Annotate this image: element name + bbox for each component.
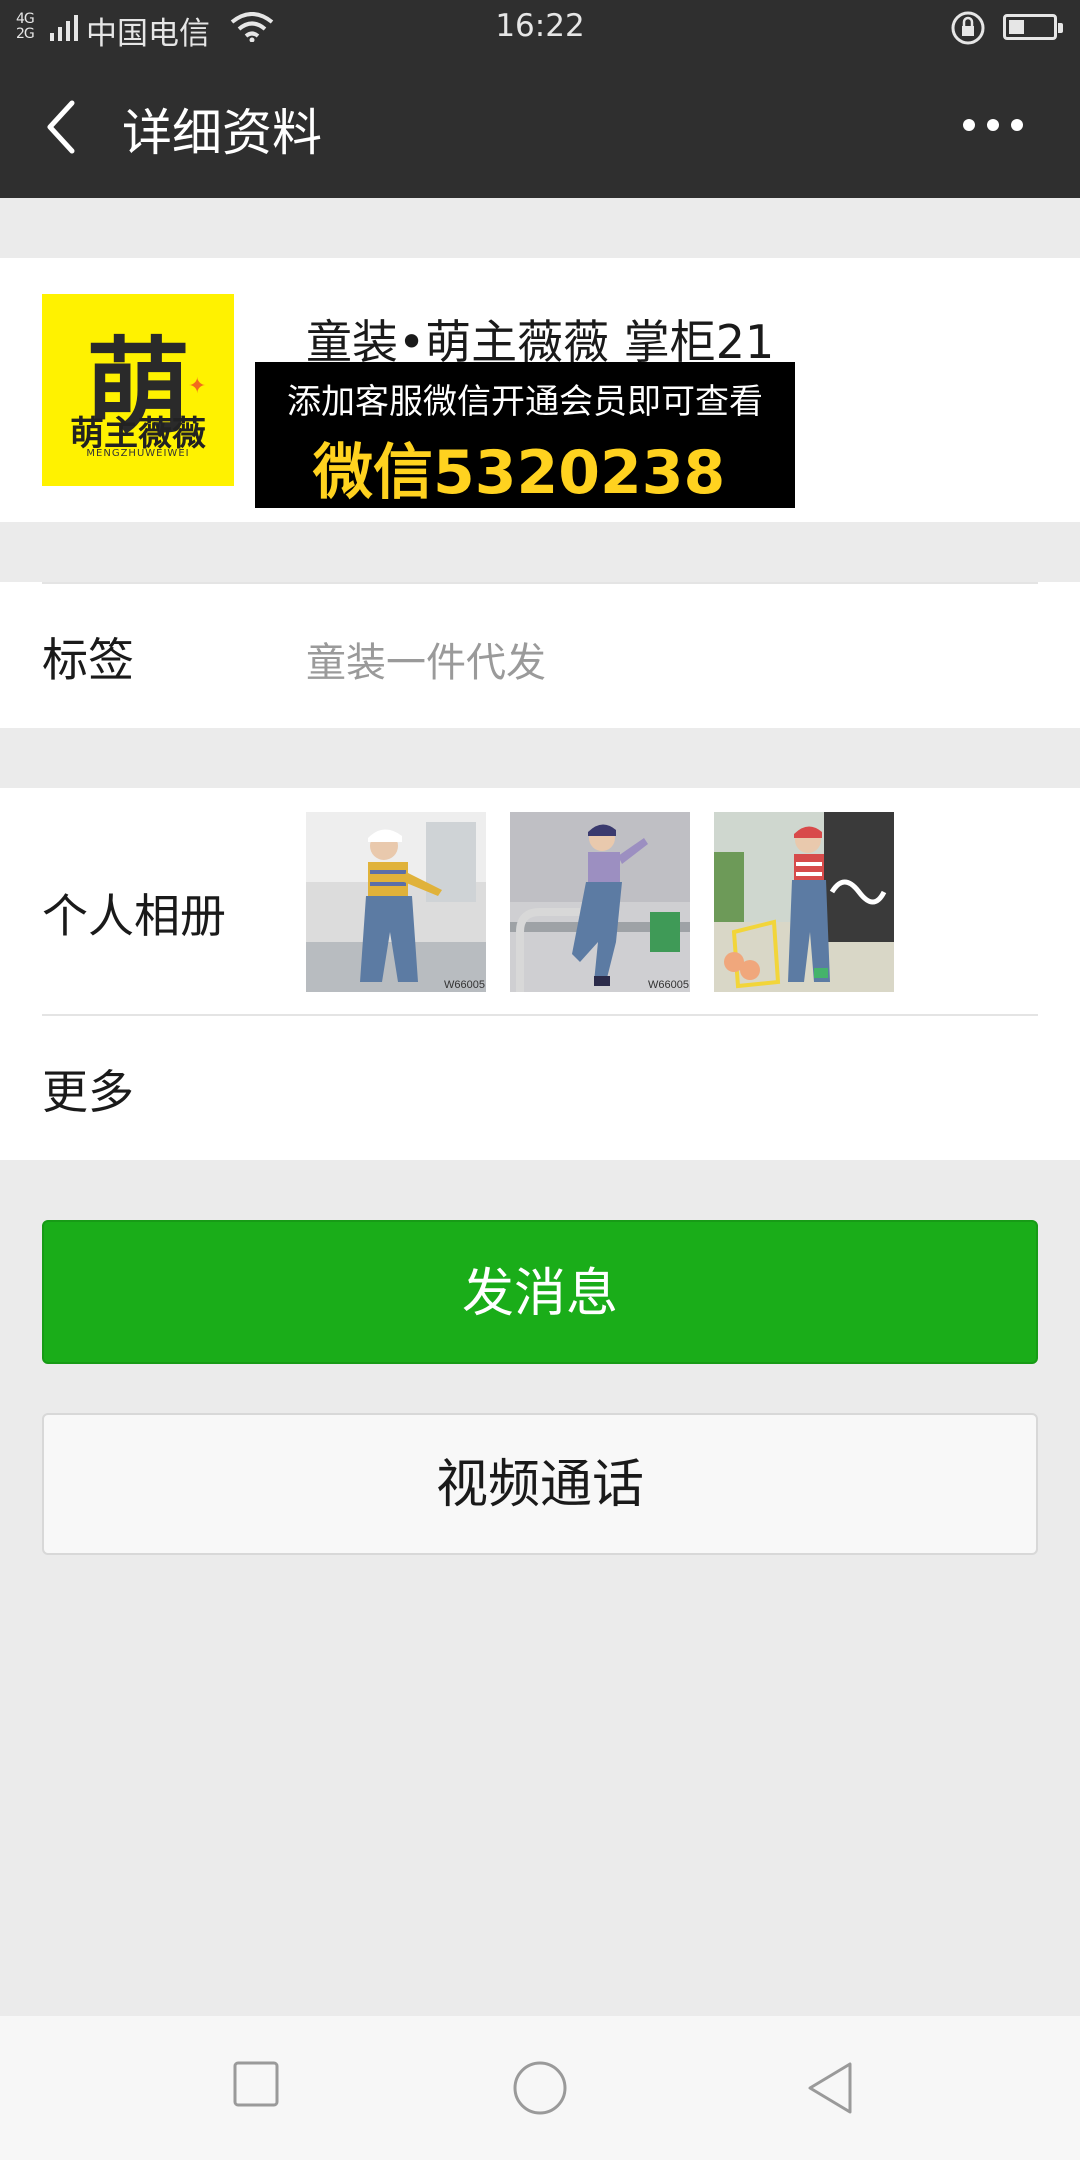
status-bar: 4G 2G 中国电信 16:22 <box>0 0 1080 55</box>
album-section: 个人相册 W66005 W66005 更多 <box>0 788 1080 1160</box>
photo-caption: W66005 <box>648 979 689 991</box>
send-message-button[interactable]: 发消息 <box>42 1220 1038 1364</box>
back-triangle-icon[interactable] <box>804 2060 856 2116</box>
clock: 16:22 <box>495 8 585 44</box>
more-dots-icon[interactable] <box>963 119 1023 133</box>
album-photo[interactable]: W66005 <box>510 812 690 992</box>
tags-row[interactable]: 标签 童装一件代发 <box>0 582 1080 728</box>
page-title: 详细资料 <box>122 104 322 162</box>
video-call-button[interactable]: 视频通话 <box>42 1413 1038 1555</box>
tags-value: 童装一件代发 <box>306 640 546 686</box>
tags-label: 标签 <box>42 633 134 687</box>
avatar-brand-sub: MENGZHUWEIWEI <box>86 448 190 459</box>
battery-icon <box>1003 14 1063 40</box>
promo-banner: 添加客服微信开通会员即可查看 微信5320238 <box>255 362 795 508</box>
system-nav-bar <box>0 2016 1080 2160</box>
album-photo[interactable] <box>714 812 894 992</box>
profile-card: 萌 ✦ 萌主薇薇 MENGZHUWEIWEI 童装•萌主薇薇 掌柜21 添加客服… <box>0 258 1080 522</box>
promo-wechat-id: 微信5320238 <box>313 438 726 508</box>
more-row[interactable]: 更多 <box>42 1056 134 1122</box>
promo-text: 添加客服微信开通会员即可查看 <box>287 382 763 422</box>
rotation-lock-icon <box>951 11 985 45</box>
sparkle-icon: ✦ <box>188 374 207 399</box>
recent-apps-icon[interactable] <box>232 2060 280 2108</box>
divider <box>42 582 1038 584</box>
avatar[interactable]: 萌 ✦ 萌主薇薇 MENGZHUWEIWEI <box>42 294 234 486</box>
photo-caption: W66005 <box>444 979 485 991</box>
header-bar: 详细资料 <box>0 55 1080 198</box>
chevron-left-icon[interactable] <box>40 97 80 157</box>
album-label: 个人相册 <box>42 889 226 943</box>
divider <box>42 1014 1038 1016</box>
home-icon[interactable] <box>512 2060 568 2116</box>
album-photo[interactable]: W66005 <box>306 812 486 992</box>
